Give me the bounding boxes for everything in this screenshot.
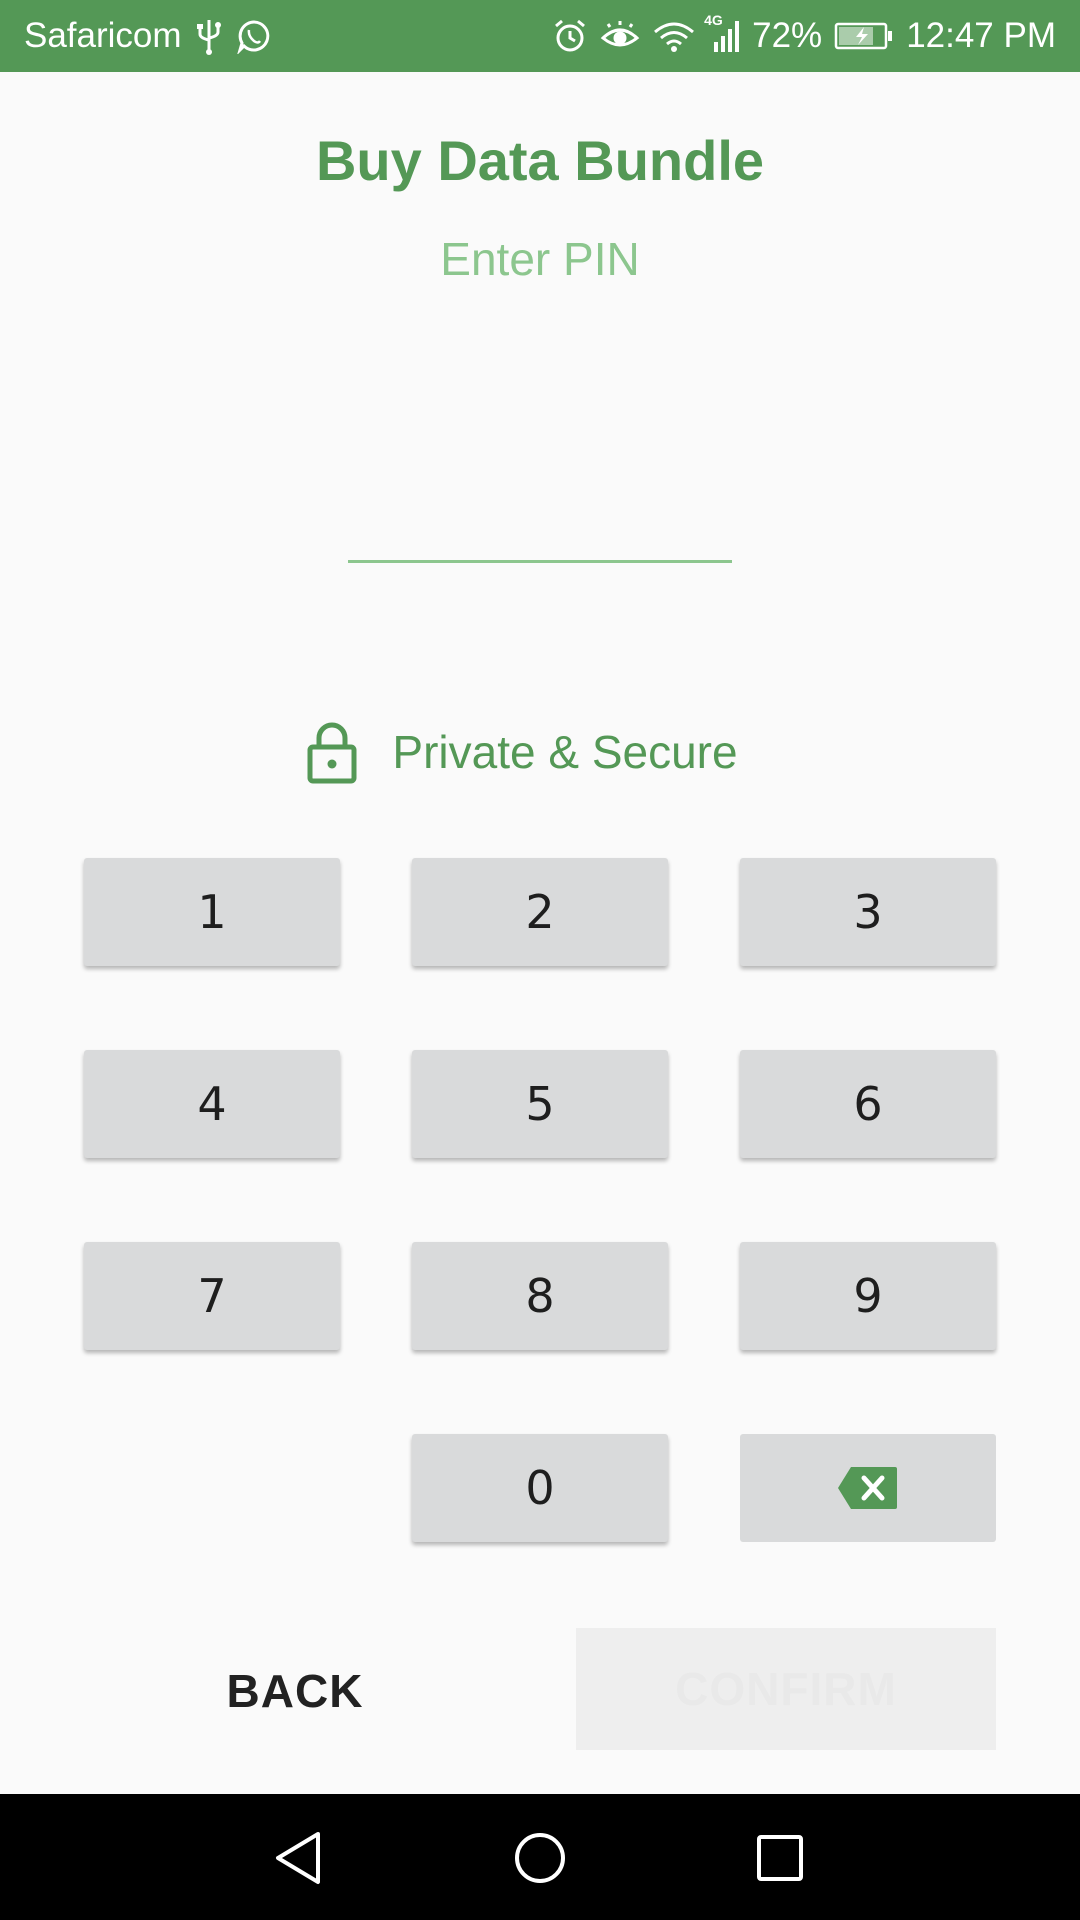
- backspace-icon: [837, 1465, 899, 1511]
- recents-square-icon[interactable]: [750, 1828, 810, 1888]
- home-circle-icon[interactable]: [510, 1828, 570, 1888]
- key-5[interactable]: 5: [412, 1050, 668, 1158]
- clock: 12:47 PM: [906, 16, 1056, 55]
- whatsapp-icon: [236, 18, 272, 54]
- key-1[interactable]: 1: [84, 858, 340, 966]
- backspace-button[interactable]: [740, 1434, 996, 1542]
- navigation-bar: [0, 1794, 1080, 1920]
- key-2[interactable]: 2: [412, 858, 668, 966]
- eye-comfort-icon: [600, 18, 640, 54]
- wifi-icon: [652, 18, 696, 54]
- key-8[interactable]: 8: [412, 1242, 668, 1350]
- key-6[interactable]: 6: [740, 1050, 996, 1158]
- secure-label: Private & Secure: [392, 726, 738, 778]
- carrier-name: Safaricom: [24, 16, 182, 55]
- confirm-button[interactable]: CONFIRM: [576, 1628, 996, 1750]
- back-button[interactable]: BACK: [170, 1630, 420, 1752]
- alarm-icon: [552, 18, 588, 54]
- secure-notice: Private & Secure: [0, 720, 1080, 784]
- page-title: Buy Data Bundle: [315, 129, 765, 192]
- key-0[interactable]: 0: [412, 1434, 668, 1542]
- lock-icon: [306, 720, 358, 784]
- key-9[interactable]: 9: [740, 1242, 996, 1350]
- key-4[interactable]: 4: [84, 1050, 340, 1158]
- status-bar: Safaricom 4G 72% 12:47 PM: [0, 0, 1080, 72]
- enter-pin-label: Enter PIN: [440, 233, 640, 285]
- network-type: 4G: [704, 12, 723, 28]
- key-7[interactable]: 7: [84, 1242, 340, 1350]
- battery-percent: 72%: [752, 16, 823, 55]
- battery-charging-icon: [834, 21, 894, 51]
- back-triangle-icon[interactable]: [268, 1828, 328, 1888]
- signal-icon: 4G: [704, 12, 744, 54]
- pin-input[interactable]: [348, 500, 732, 563]
- usb-icon: [196, 16, 222, 56]
- key-3[interactable]: 3: [740, 858, 996, 966]
